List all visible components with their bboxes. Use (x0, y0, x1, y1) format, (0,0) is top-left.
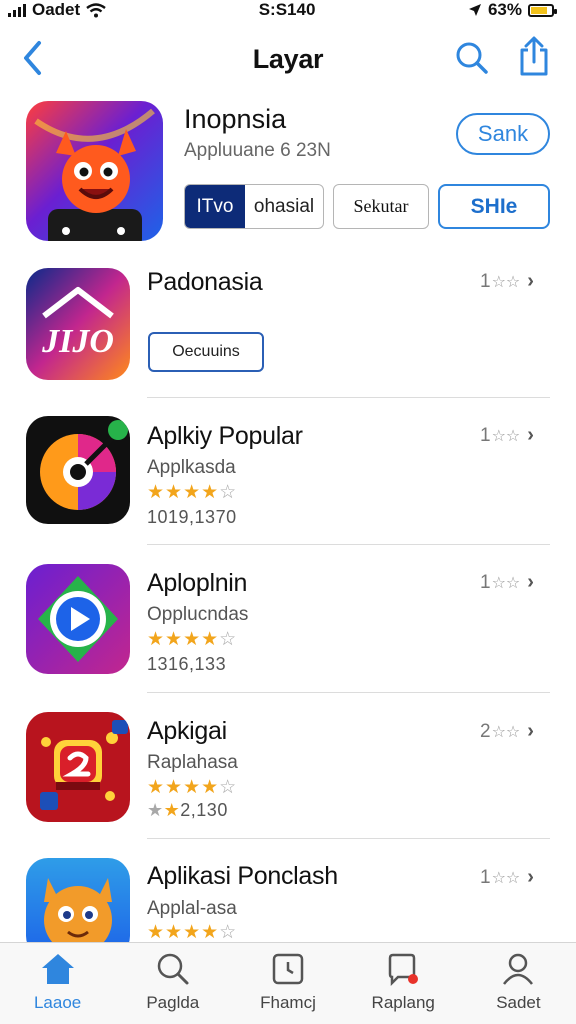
tab-notifications[interactable]: Raplang (346, 943, 461, 1024)
rank-number: 2 (480, 720, 491, 742)
featured-app-subtitle: Appluuane 6 23N (184, 140, 331, 161)
rank-number: 1 (480, 571, 491, 593)
app-rank: 1 ☆☆ › (480, 866, 534, 889)
get-button[interactable]: Sank (456, 113, 550, 155)
star-outline-icon: ☆☆ (491, 273, 521, 291)
share-icon (520, 36, 548, 76)
star-outline-icon: ☆☆ (491, 869, 521, 887)
chevron-right-icon[interactable]: › (527, 424, 534, 447)
app-icon-text: JIJO (41, 323, 114, 360)
app-title[interactable]: Padonasia (147, 268, 263, 297)
tab-label: Raplang (371, 993, 435, 1012)
app-subtitle: Opplucndas (147, 604, 249, 625)
divider (147, 692, 550, 693)
star-icon: ★ (163, 800, 181, 820)
rating-count: 1316,133 (147, 654, 227, 674)
rank-number: 1 (480, 270, 491, 292)
home-icon (40, 951, 76, 987)
star-outline-icon: ☆☆ (491, 723, 521, 741)
chevron-right-icon[interactable]: › (527, 866, 534, 889)
rating-count: 1019,1370 (147, 507, 237, 527)
app-rank: 1 ☆☆ › (480, 571, 534, 594)
nav-bar: Layar (0, 28, 576, 88)
app-icon[interactable]: JIJO (26, 268, 130, 380)
tab-label: Sadet (496, 993, 541, 1012)
tab-calendar[interactable]: Fhamcj (230, 943, 345, 1024)
rank-number: 1 (480, 866, 491, 888)
app-rank: 1 ☆☆ › (480, 270, 534, 293)
segment-active[interactable]: ITvo (185, 185, 245, 228)
tab-home[interactable]: Laaoe (0, 943, 115, 1024)
star-outline-icon: ☆☆ (491, 574, 521, 592)
carrier-label: Oadet (32, 0, 81, 19)
rating-count: ★★2,130 (147, 800, 228, 820)
rating-stars: ★★★★☆ (147, 482, 238, 503)
signal-icon (8, 3, 26, 17)
tab-label: Laaoe (33, 993, 82, 1012)
app-subtitle: Raplahasa (147, 752, 238, 773)
details-button[interactable]: Oecuuins (148, 332, 264, 372)
tab-label: Paglda (146, 993, 200, 1012)
tab-label: Fhamcj (260, 993, 316, 1012)
status-time: S:S140 (258, 0, 316, 19)
share-button[interactable] (514, 34, 554, 78)
calendar-clock-icon (270, 951, 306, 987)
primary-button[interactable]: SHIe (438, 184, 550, 229)
chevron-right-icon[interactable]: › (527, 720, 534, 743)
tab-search[interactable]: Paglda (115, 943, 230, 1024)
secondary-button[interactable]: Sekutar (333, 184, 429, 229)
app-title[interactable]: Aploplnin (147, 569, 247, 598)
featured-app-name: Inopnsia (184, 104, 287, 134)
location-icon (468, 4, 481, 16)
status-left: Oadet (8, 0, 106, 20)
star-icon: ★ (147, 800, 164, 820)
status-right: 63% (468, 0, 557, 20)
rating-stars: ★★★★☆ (147, 629, 238, 650)
search-button[interactable] (452, 38, 492, 78)
app-subtitle: Applal-asa (147, 898, 237, 919)
app-icon[interactable] (26, 416, 130, 524)
wifi-icon (86, 2, 106, 17)
app-title[interactable]: Aplikasi Ponclash (147, 862, 338, 891)
star-outline-icon: ☆☆ (491, 427, 521, 445)
tab-bar: Laaoe Paglda Fhamcj Raplang Sadet (0, 942, 576, 1024)
app-subtitle: Applkasda (147, 457, 236, 478)
rating-stars: ★★★★☆ (147, 922, 238, 943)
search-icon (155, 951, 191, 987)
app-rank: 2 ☆☆ › (480, 720, 534, 743)
app-title[interactable]: Aplkiy Popular (147, 422, 303, 451)
tab-profile[interactable]: Sadet (461, 943, 576, 1024)
featured-app-icon[interactable] (26, 101, 163, 241)
segment-control: ITvo ohasial (184, 184, 324, 229)
battery-percent: 63% (487, 0, 522, 19)
rank-number: 1 (480, 424, 491, 446)
notification-icon (385, 951, 421, 987)
divider (147, 544, 550, 545)
app-icon[interactable] (26, 564, 130, 674)
divider (147, 838, 550, 839)
segment-inactive[interactable]: ohasial (245, 185, 323, 228)
app-title[interactable]: Apkigai (147, 717, 227, 746)
divider (147, 397, 550, 398)
status-bar: Oadet S:S140 63% (0, 0, 576, 20)
rating-stars: ★★★★☆ (147, 777, 238, 798)
chevron-right-icon[interactable]: › (527, 571, 534, 594)
app-icon[interactable] (26, 712, 130, 822)
app-rank: 1 ☆☆ › (480, 424, 534, 447)
chevron-right-icon[interactable]: › (527, 270, 534, 293)
battery-icon (527, 3, 557, 17)
search-icon (456, 42, 488, 74)
profile-icon (500, 951, 536, 987)
